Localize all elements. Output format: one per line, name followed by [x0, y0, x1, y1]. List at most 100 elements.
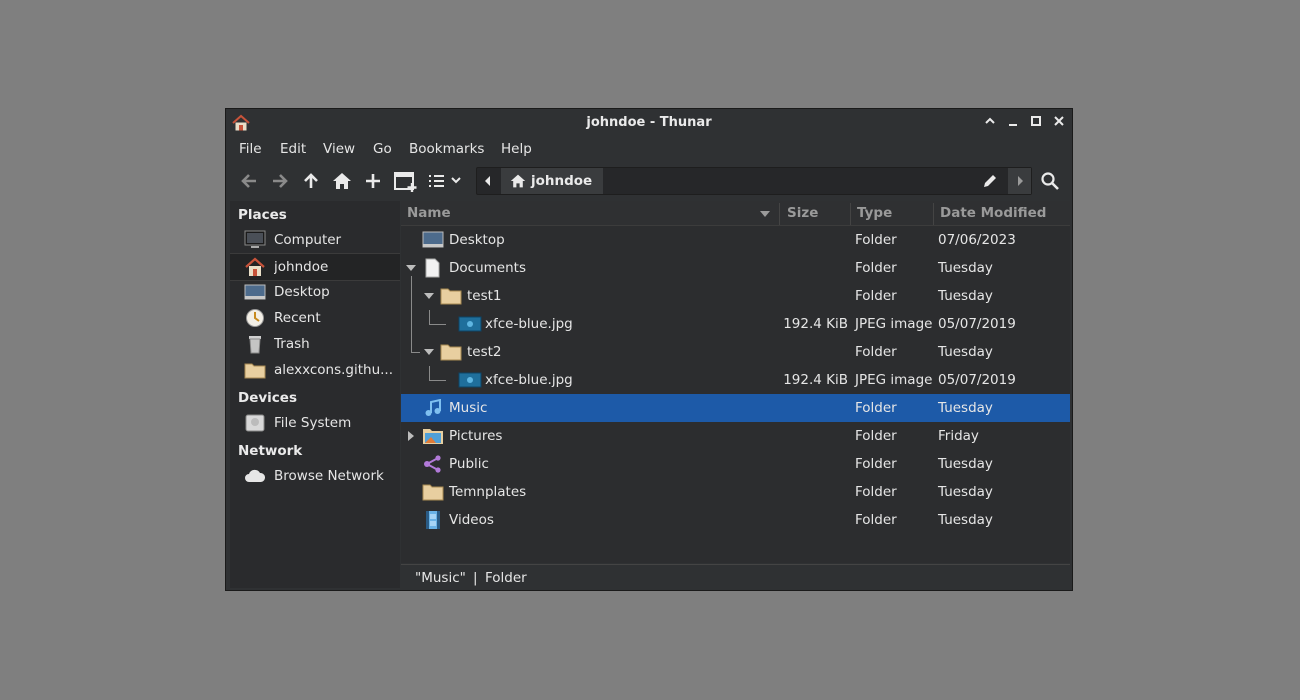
menu-bookmarks[interactable]: Bookmarks [409, 141, 484, 157]
tree-line [429, 310, 446, 325]
sidebar-item-desktop[interactable]: Desktop [230, 279, 400, 305]
desktop-icon [244, 284, 266, 300]
sidebar-item-file-system[interactable]: File System [230, 410, 400, 436]
sidebar-item-browse-network[interactable]: Browse Network [230, 463, 400, 489]
expander-closed-icon[interactable] [406, 431, 416, 441]
file-row[interactable]: Videos Folder Tuesday [401, 506, 1070, 534]
close-button[interactable] [1051, 115, 1067, 131]
file-row[interactable]: Pictures Folder Friday [401, 422, 1070, 450]
menu-edit[interactable]: Edit [280, 141, 306, 157]
file-list: Name Size Type Date Modified Desktop Fol… [401, 201, 1070, 563]
image-icon [458, 372, 482, 388]
music-icon [425, 399, 441, 416]
file-row-selected[interactable]: Music Folder Tuesday [401, 394, 1070, 422]
scroll-right-icon [1018, 176, 1023, 186]
chevron-down-icon [451, 177, 461, 184]
file-row[interactable]: xfce-blue.jpg 192.4 KiB JPEG image 05/07… [401, 310, 1070, 338]
new-tab-button[interactable] [360, 169, 386, 193]
arrow-up-icon [304, 173, 318, 188]
file-row[interactable]: Public Folder Tuesday [401, 450, 1070, 478]
column-divider[interactable] [933, 203, 934, 225]
up-button[interactable] [298, 169, 324, 193]
column-name[interactable]: Name [407, 205, 451, 221]
search-button[interactable] [1037, 169, 1063, 193]
places-heading: Places [238, 207, 287, 223]
arrow-right-icon [273, 174, 288, 188]
status-selected-name: "Music" [415, 570, 466, 586]
scroll-left-icon[interactable] [483, 175, 493, 187]
share-icon [424, 455, 441, 473]
expander-open-icon[interactable] [406, 263, 416, 273]
edit-location-icon[interactable] [982, 173, 998, 189]
breadcrumb-home[interactable]: johndoe [501, 168, 603, 194]
file-row[interactable]: Temnplates Folder Tuesday [401, 478, 1070, 506]
scroll-right-button[interactable] [1008, 168, 1031, 194]
file-row[interactable]: Documents Folder Tuesday [401, 254, 1070, 282]
view-mode-menu[interactable] [424, 169, 468, 193]
search-icon [1041, 172, 1059, 190]
expander-open-icon[interactable] [424, 347, 434, 357]
trash-icon [249, 336, 261, 354]
home-icon [510, 174, 526, 188]
sidebar-item-trash[interactable]: Trash [230, 331, 400, 357]
pictures-icon [423, 429, 443, 444]
title-bar[interactable]: johndoe - Thunar [226, 109, 1072, 137]
image-icon [458, 316, 482, 332]
list-view-icon [429, 175, 444, 187]
column-divider[interactable] [779, 203, 780, 225]
folder-icon [440, 288, 462, 305]
close-icon [1054, 116, 1064, 126]
menu-help[interactable]: Help [501, 141, 532, 157]
home-button[interactable] [329, 169, 355, 193]
sidebar: Places Computer johndoe Desktop Recent T… [230, 201, 400, 588]
recent-icon [246, 309, 264, 327]
tree-line [411, 276, 412, 310]
column-date-modified[interactable]: Date Modified [940, 205, 1046, 221]
column-divider[interactable] [850, 203, 851, 225]
folder-icon [422, 484, 444, 501]
column-type[interactable]: Type [857, 205, 892, 221]
expander-open-icon[interactable] [424, 291, 434, 301]
sidebar-item-computer[interactable]: Computer [230, 227, 400, 253]
maximize-icon [1031, 116, 1041, 126]
thunar-window: johndoe - Thunar File Edit View Go Bookm… [225, 108, 1073, 591]
column-size[interactable]: Size [787, 205, 818, 221]
tree-line [429, 366, 446, 381]
menu-go[interactable]: Go [373, 141, 392, 157]
computer-icon [244, 230, 266, 248]
document-icon [425, 258, 440, 278]
shade-button[interactable] [982, 115, 998, 131]
minimize-icon [1009, 124, 1017, 126]
sidebar-item-bookmark[interactable]: alexxcons.githu... [230, 357, 400, 383]
home-icon [333, 173, 351, 189]
status-separator: | [473, 570, 478, 586]
sidebar-item-johndoe[interactable]: johndoe [230, 253, 400, 281]
devices-heading: Devices [238, 390, 297, 406]
breadcrumb-label: johndoe [531, 173, 593, 189]
menu-bar: File Edit View Go Bookmarks Help [226, 137, 1072, 161]
minimize-button[interactable] [1005, 115, 1021, 131]
chevron-up-icon [985, 117, 995, 124]
tree-line [411, 310, 412, 338]
home-icon [245, 257, 265, 276]
folder-icon [244, 363, 266, 379]
file-row[interactable]: xfce-blue.jpg 192.4 KiB JPEG image 05/07… [401, 366, 1070, 394]
arrow-left-icon [241, 174, 256, 188]
file-row[interactable]: test2 Folder Tuesday [401, 338, 1070, 366]
menu-view[interactable]: View [323, 141, 355, 157]
menu-file[interactable]: File [239, 141, 262, 157]
maximize-button[interactable] [1028, 115, 1044, 131]
toolbar: johndoe [226, 165, 1072, 197]
sidebar-item-recent[interactable]: Recent [230, 305, 400, 331]
cloud-icon [245, 469, 266, 482]
back-button[interactable] [236, 169, 262, 193]
new-window-button[interactable] [391, 169, 417, 193]
file-row[interactable]: Desktop Folder 07/06/2023 [401, 226, 1070, 254]
forward-button[interactable] [267, 169, 293, 193]
plus-icon [366, 174, 380, 188]
drive-icon [245, 414, 265, 432]
window-title: johndoe - Thunar [586, 115, 712, 130]
folder-icon [440, 344, 462, 361]
file-row[interactable]: test1 Folder Tuesday [401, 276, 1070, 310]
sort-descending-icon[interactable] [759, 210, 771, 218]
